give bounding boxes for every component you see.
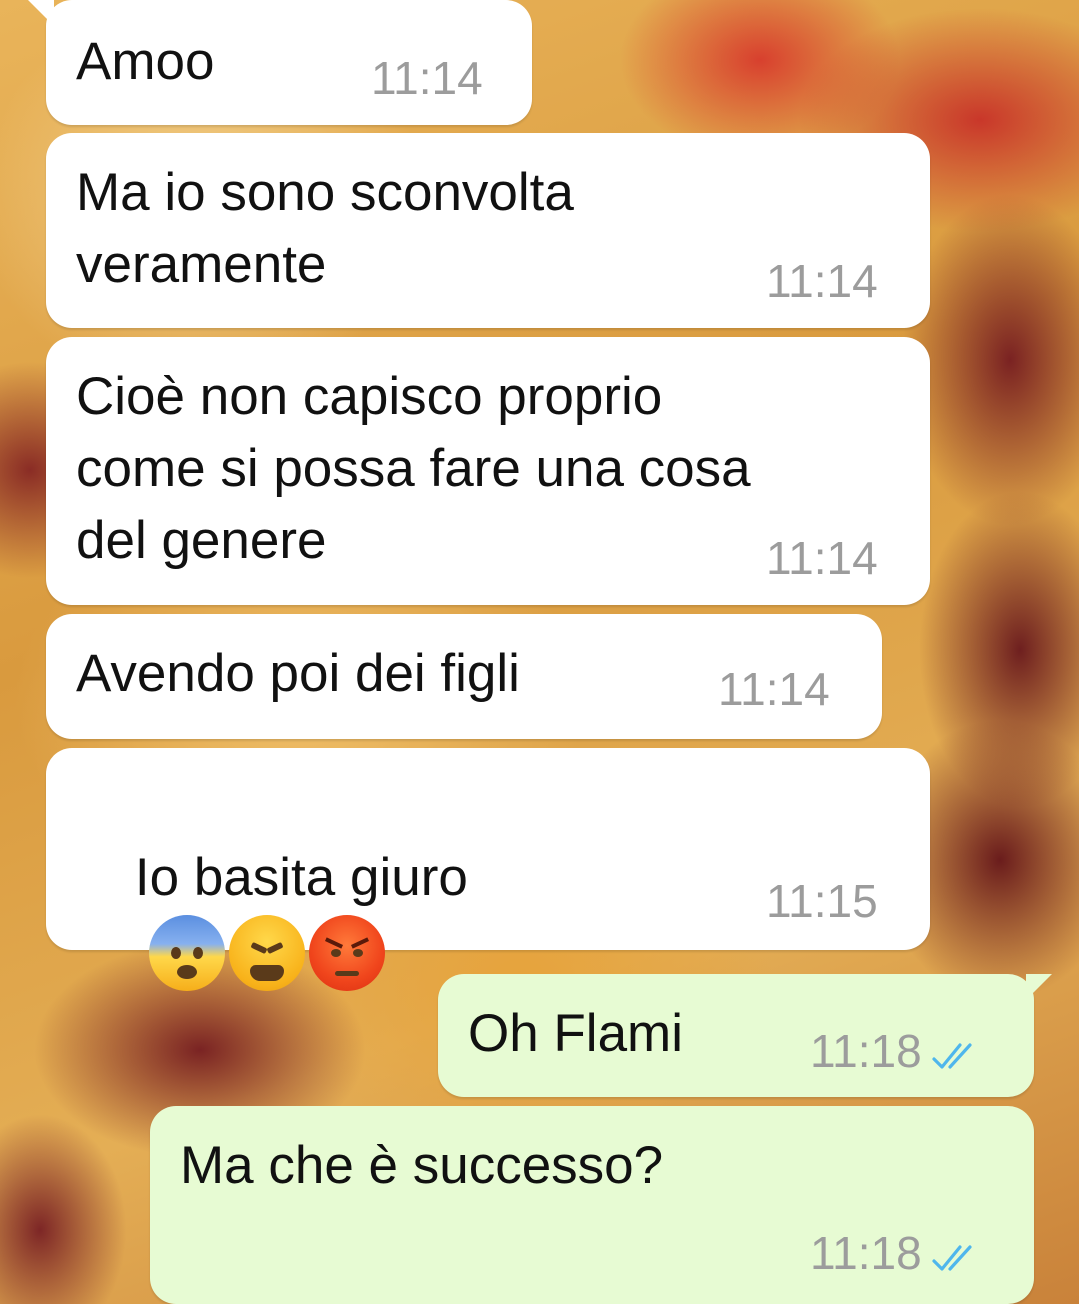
message-text: Avendo poi dei figli: [76, 644, 520, 703]
message-timestamp-row: 11:18: [810, 1230, 980, 1280]
message-text: Cioè non capisco proprio come si possa f…: [76, 367, 751, 570]
message-incoming[interactable]: Ma io sono sconvolta veramente 11:14: [46, 133, 930, 328]
angry-face-emoji: [308, 915, 385, 991]
message-text: Ma che è successo?: [180, 1136, 664, 1195]
message-outgoing[interactable]: Ma che è successo? 11:18: [150, 1106, 1034, 1304]
message-outgoing[interactable]: Oh Flami 11:18: [438, 974, 1052, 1097]
message-text: Oh Flami: [468, 1004, 683, 1063]
tired-face-emoji: [228, 915, 305, 991]
message-incoming[interactable]: Io basita giuro 11:15: [46, 748, 930, 991]
double-check-read-icon: [932, 1032, 980, 1078]
message-timestamp: 11:14: [371, 52, 483, 104]
message-timestamp: 11:14: [718, 663, 830, 715]
message-incoming[interactable]: Cioè non capisco proprio come si possa f…: [46, 337, 930, 605]
message-text: Amoo: [76, 32, 215, 91]
message-timestamp: 11:14: [766, 532, 878, 584]
message-timestamp: 11:18: [810, 1025, 922, 1077]
bubble-tail: [1026, 974, 1052, 1000]
double-check-read-icon: [932, 1234, 980, 1280]
message-incoming[interactable]: Avendo poi dei figli 11:14: [46, 614, 882, 739]
message-text: Ma io sono sconvolta veramente: [76, 163, 574, 294]
fearful-face-emoji: [148, 915, 225, 991]
message-timestamp: 11:14: [766, 255, 878, 307]
message-text-content: Io basita giuro: [134, 848, 468, 907]
bubble-tail: [28, 0, 54, 26]
message-text: Io basita giuro: [76, 770, 468, 1063]
message-timestamp-row: 11:18: [810, 1028, 980, 1078]
message-incoming[interactable]: Amoo 11:14: [28, 0, 532, 125]
message-timestamp: 11:18: [810, 1227, 922, 1279]
message-timestamp: 11:15: [766, 875, 878, 927]
